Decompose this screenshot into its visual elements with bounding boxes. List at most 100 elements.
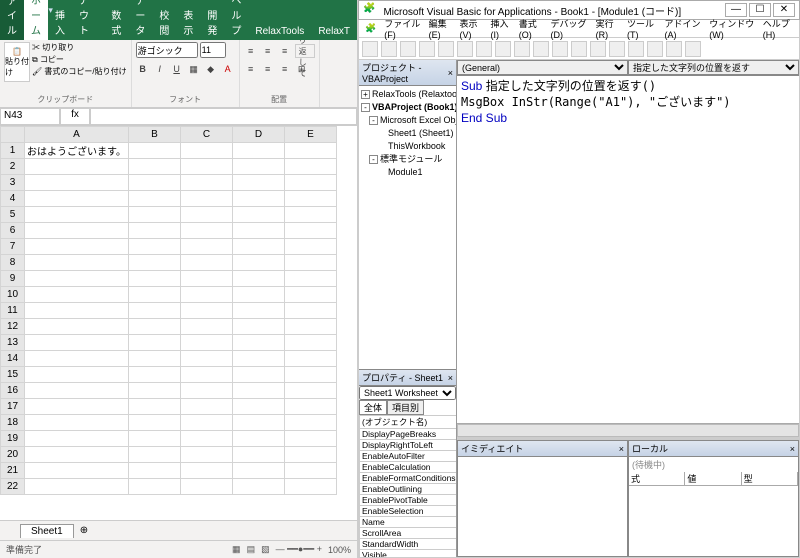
cell[interactable] [181,175,233,191]
row-header[interactable]: 14 [1,351,25,367]
row-header[interactable]: 4 [1,191,25,207]
row-header[interactable]: 8 [1,255,25,271]
locals-col[interactable]: 型 [742,472,798,485]
row-header[interactable]: 5 [1,207,25,223]
cell[interactable] [285,223,337,239]
tree-node[interactable]: Module1 [361,166,454,179]
cell[interactable]: おはようございます。 [25,143,129,159]
ribbon-tab[interactable]: データ [128,0,152,40]
row-header[interactable]: 13 [1,335,25,351]
cell[interactable] [181,223,233,239]
ribbon-tab[interactable]: 校閲 [152,4,176,40]
row-header[interactable]: 6 [1,223,25,239]
cell[interactable] [285,143,337,159]
fill-color-icon[interactable]: ◆ [204,62,218,76]
cell[interactable] [25,287,129,303]
cell[interactable] [181,335,233,351]
cell[interactable] [285,255,337,271]
cell[interactable] [129,255,181,271]
close-icon[interactable]: × [790,444,795,454]
cell[interactable] [181,351,233,367]
row-header[interactable]: 9 [1,271,25,287]
locals-window[interactable] [629,486,798,556]
prop-name[interactable]: EnablePivotTable [360,495,457,506]
cell[interactable] [181,367,233,383]
cell[interactable] [181,255,233,271]
cell[interactable] [233,399,285,415]
cell[interactable] [181,447,233,463]
cell[interactable] [25,479,129,495]
cell[interactable] [233,367,285,383]
toolbar-button[interactable] [419,41,435,57]
ribbon-tab[interactable]: 表示 [176,4,200,40]
cell[interactable] [129,367,181,383]
cell[interactable] [129,239,181,255]
cell[interactable] [285,271,337,287]
column-header[interactable]: E [285,127,337,143]
cell[interactable] [285,367,337,383]
prop-name[interactable]: Visible [360,550,457,558]
cell[interactable] [233,463,285,479]
cell[interactable] [129,191,181,207]
cell[interactable] [25,335,129,351]
cell[interactable] [285,383,337,399]
cell[interactable] [129,383,181,399]
cell[interactable] [285,335,337,351]
prop-name[interactable]: DisplayRightToLeft [360,440,457,451]
row-header[interactable]: 17 [1,399,25,415]
align-bot-icon[interactable]: ≡ [278,44,292,58]
cell[interactable] [25,431,129,447]
cell[interactable] [129,303,181,319]
cell[interactable] [25,223,129,239]
tree-node[interactable]: Sheet1 (Sheet1) [361,127,454,140]
cell[interactable] [25,255,129,271]
cell[interactable] [129,463,181,479]
align-right-icon[interactable]: ≡ [278,62,292,76]
cell[interactable] [181,479,233,495]
tree-node[interactable]: -VBAProject (Book1) [361,101,454,114]
properties-grid[interactable]: (オブジェクト名)Sheet1DisplayPageBreaksFalseDis… [359,415,456,557]
underline-icon[interactable]: U [170,62,184,76]
cell[interactable] [25,463,129,479]
cell[interactable] [233,319,285,335]
properties-tabs[interactable]: 全体項目別 [359,400,456,415]
toolbar-button[interactable] [666,41,682,57]
cell[interactable] [181,143,233,159]
align-mid-icon[interactable]: ≡ [261,44,275,58]
cell[interactable] [233,383,285,399]
cell[interactable] [285,431,337,447]
cell[interactable] [233,447,285,463]
fx-icon[interactable]: fx [60,108,90,125]
code-hscroll[interactable] [457,423,799,437]
ribbon-tab[interactable]: ヘルプ [224,0,248,40]
copy-button[interactable]: ⧉ コピー [32,54,127,65]
close-icon[interactable]: × [619,444,624,454]
cell[interactable] [25,191,129,207]
toolbar-button[interactable] [476,41,492,57]
cell[interactable] [181,287,233,303]
toolbar-button[interactable] [647,41,663,57]
cell[interactable] [233,351,285,367]
cell[interactable] [25,319,129,335]
cell[interactable] [25,383,129,399]
row-header[interactable]: 16 [1,383,25,399]
project-explorer[interactable]: +RelaxTools (Relaxtools.x-VBAProject (Bo… [359,86,456,369]
name-box[interactable]: N43 [0,108,60,125]
code-object-select[interactable]: (General) [457,60,628,75]
toolbar-button[interactable] [362,41,378,57]
immediate-title[interactable]: イミディエイト× [458,441,627,457]
cell[interactable] [181,399,233,415]
locals-columns[interactable]: 式値型 [629,472,798,486]
cell[interactable] [233,431,285,447]
cell[interactable] [25,303,129,319]
vbe-menu-bar[interactable]: 🧩ファイル(F)編集(E)表示(V)挿入(I)書式(O)デバッグ(D)実行(R)… [358,20,800,38]
row-header[interactable]: 15 [1,367,25,383]
toolbar-button[interactable] [628,41,644,57]
zoom-level[interactable]: 100% [328,545,351,555]
cell[interactable] [25,447,129,463]
cell[interactable] [25,351,129,367]
border-icon[interactable]: ▦ [187,62,201,76]
column-header[interactable]: A [25,127,129,143]
cell[interactable] [129,271,181,287]
code-proc-select[interactable]: 指定した文字列の位置を返す [628,60,799,75]
